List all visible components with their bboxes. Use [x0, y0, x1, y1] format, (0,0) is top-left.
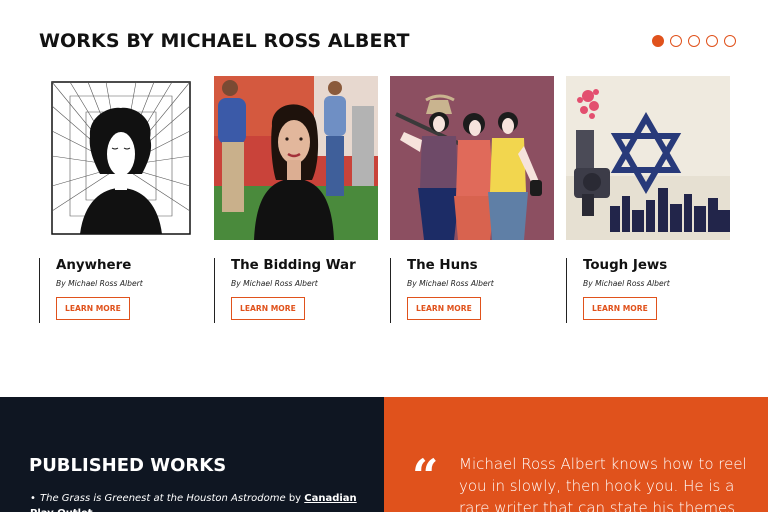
- work-author: By Michael Ross Albert: [56, 279, 143, 288]
- work-card-the-huns: The Huns By Michael Ross Albert LEARN MO…: [390, 258, 540, 323]
- learn-more-button[interactable]: LEARN MORE: [231, 297, 305, 320]
- carousel-dot-3[interactable]: [688, 35, 700, 47]
- quote-icon: “: [412, 449, 439, 503]
- work-image-tough-jews[interactable]: [566, 76, 730, 240]
- carousel-dots: [652, 35, 736, 47]
- published-list-item: • The Grass is Greenest at the Houston As…: [30, 491, 360, 512]
- published-works-title: PUBLISHED WORKS: [29, 455, 227, 476]
- work-card-the-bidding-war: The Bidding War By Michael Ross Albert L…: [214, 258, 364, 323]
- bullet-icon: •: [30, 493, 36, 504]
- work-title[interactable]: Tough Jews: [583, 258, 716, 273]
- published-by: by: [288, 493, 302, 504]
- learn-more-button[interactable]: LEARN MORE: [583, 297, 657, 320]
- work-image-the-bidding-war[interactable]: [214, 76, 378, 240]
- learn-more-button[interactable]: LEARN MORE: [56, 297, 130, 320]
- published-work-title: The Grass is Greenest at the Houston Ast…: [40, 493, 286, 504]
- work-author: By Michael Ross Albert: [583, 279, 670, 288]
- testimonial-section: “ Michael Ross Albert knows how to reel …: [384, 397, 768, 512]
- carousel-dot-2[interactable]: [670, 35, 682, 47]
- carousel-dot-5[interactable]: [724, 35, 736, 47]
- carousel-dot-1[interactable]: [652, 35, 664, 47]
- learn-more-button[interactable]: LEARN MORE: [407, 297, 481, 320]
- work-card-tough-jews: Tough Jews By Michael Ross Albert LEARN …: [566, 258, 716, 323]
- work-author: By Michael Ross Albert: [231, 279, 318, 288]
- work-title[interactable]: The Bidding War: [231, 258, 364, 273]
- work-title[interactable]: Anywhere: [56, 258, 189, 273]
- work-card-anywhere: Anywhere By Michael Ross Albert LEARN MO…: [39, 258, 189, 323]
- works-header: WORKS BY MICHAEL ROSS ALBERT: [39, 30, 739, 54]
- testimonial-text: Michael Ross Albert knows how to reel yo…: [459, 455, 747, 512]
- work-image-anywhere[interactable]: [50, 76, 214, 240]
- work-title[interactable]: The Huns: [407, 258, 540, 273]
- work-author: By Michael Ross Albert: [407, 279, 494, 288]
- published-works-section: PUBLISHED WORKS • The Grass is Greenest a…: [0, 397, 384, 512]
- work-image-the-huns[interactable]: [390, 76, 554, 240]
- section-title: WORKS BY MICHAEL ROSS ALBERT: [39, 30, 410, 52]
- carousel-dot-4[interactable]: [706, 35, 718, 47]
